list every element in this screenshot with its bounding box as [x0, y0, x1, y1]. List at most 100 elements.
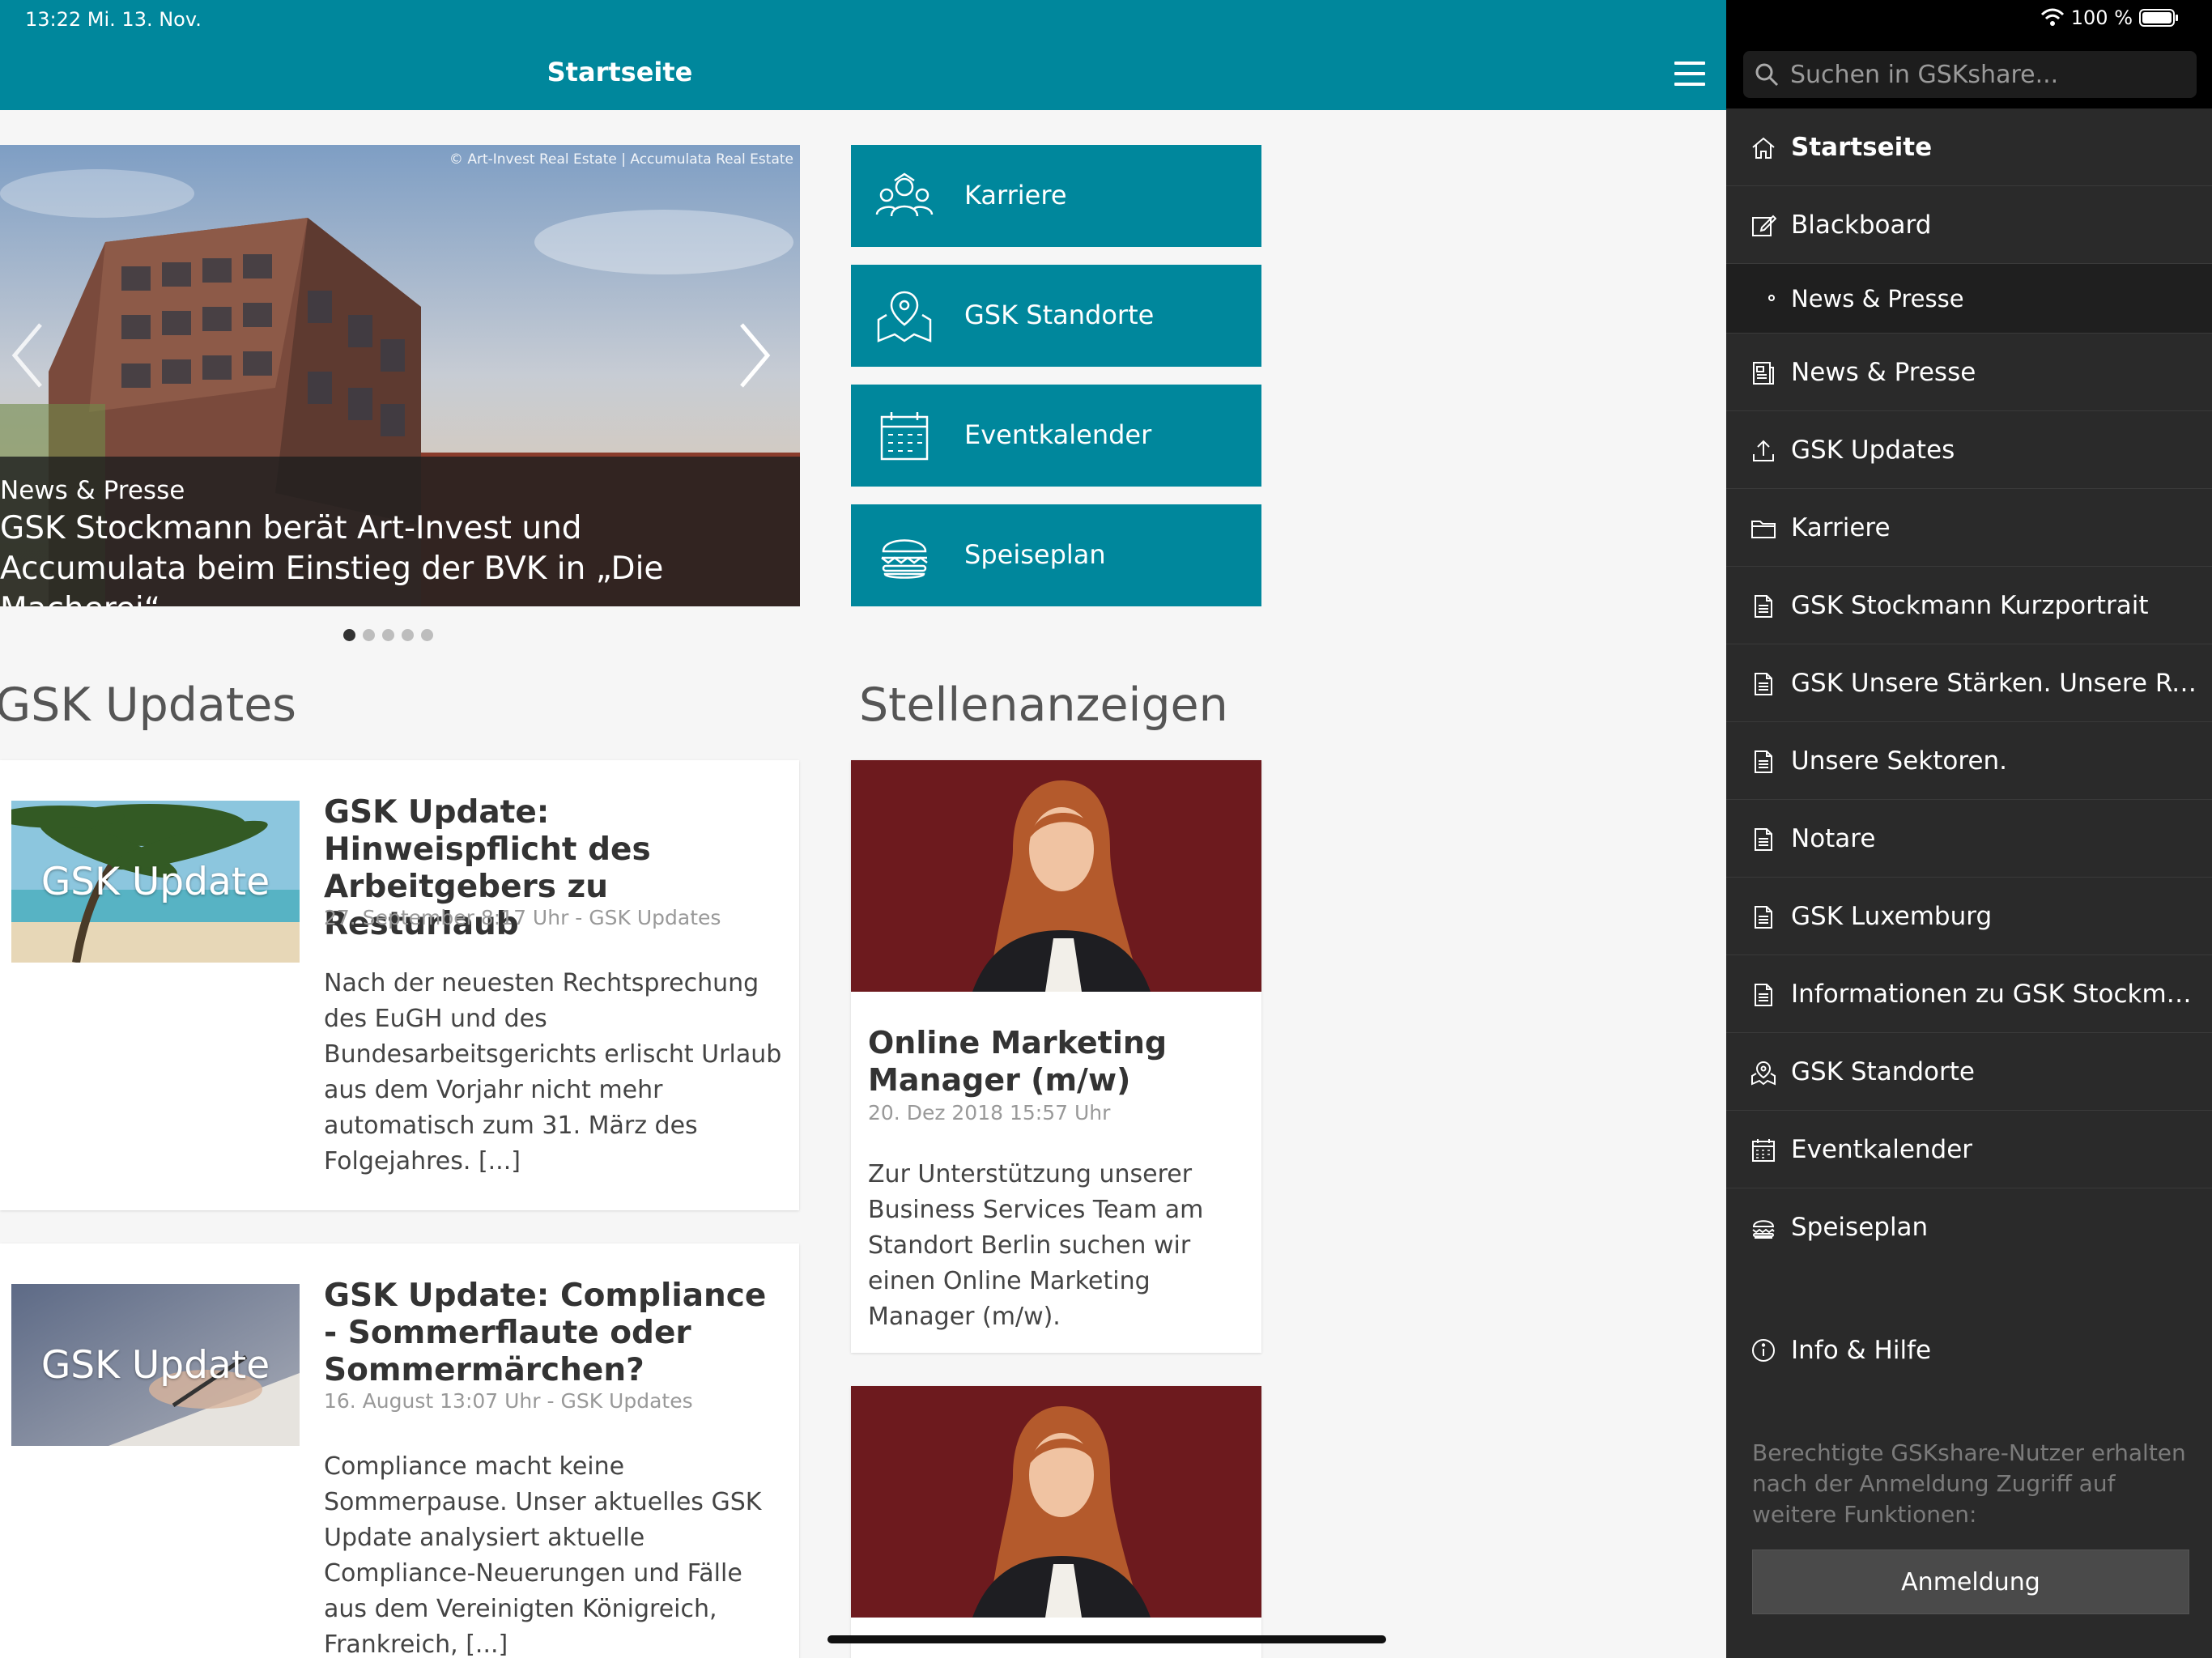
- search-box[interactable]: [1743, 51, 2197, 98]
- section-title-jobs: Stellenanzeigen: [859, 678, 1228, 732]
- document-icon: [1755, 750, 1772, 773]
- search-input[interactable]: [1790, 51, 2187, 98]
- sidebar-item-informationen[interactable]: Informationen zu GSK Stockmann - ...: [1726, 955, 2212, 1033]
- image-credit: © Art-Invest Real Estate | Accumulata Re…: [449, 151, 793, 168]
- chevron-left-icon: [11, 323, 42, 388]
- tile-label: GSK Standorte: [964, 300, 1155, 330]
- login-note: Berechtigte GSKshare-Nutzer erhalten nac…: [1752, 1439, 2186, 1528]
- sidebar-item-label: Startseite: [1791, 133, 1933, 162]
- sidebar-item-gsk-updates[interactable]: GSK Updates: [1726, 411, 2212, 489]
- bullet-icon: [1768, 295, 1775, 301]
- document-icon: [1755, 595, 1772, 618]
- carousel-pagination: [343, 629, 433, 642]
- tile-label: Eventkalender: [964, 419, 1152, 450]
- sidebar-item-kurzportrait[interactable]: GSK Stockmann Kurzportrait: [1726, 567, 2212, 644]
- carousel-headline: GSK Stockmann berät Art-Invest und Accum…: [0, 510, 664, 606]
- document-icon: [1755, 984, 1772, 1006]
- sidebar-item-label: GSK Luxemburg: [1791, 902, 1993, 931]
- carousel-next-button[interactable]: [729, 315, 777, 396]
- info-icon: [1752, 1339, 1775, 1362]
- calendar-icon: [880, 412, 929, 461]
- carousel-dot[interactable]: [343, 629, 355, 641]
- update-meta: 27. September 8:17 Uhr - GSK Updates: [324, 906, 721, 929]
- newspaper-icon: [1753, 362, 1774, 385]
- calendar-icon: [1752, 1139, 1775, 1162]
- map-pin-icon: [1751, 1061, 1776, 1086]
- sidebar-item-karriere[interactable]: Karriere: [1726, 489, 2212, 567]
- sidebar-item-blackboard[interactable]: Blackboard: [1726, 186, 2212, 264]
- sidebar-item-label: Informationen zu GSK Stockmann - ...: [1791, 980, 2204, 1009]
- chevron-right-icon: [740, 323, 771, 388]
- sidebar-item-label: GSK Updates: [1791, 436, 1955, 465]
- sidebar-subitem-news-presse[interactable]: News & Presse: [1726, 264, 2212, 334]
- carousel-prev-button[interactable]: [5, 315, 53, 396]
- sidebar-item-label: News & Presse: [1791, 358, 1976, 387]
- thumbnail-label: GSK Update: [40, 859, 270, 904]
- tile-speiseplan[interactable]: Speiseplan: [851, 504, 1261, 606]
- sidebar-item-label: Speiseplan: [1791, 1213, 1929, 1242]
- sidebar-item-label: Eventkalender: [1791, 1135, 1973, 1164]
- job-photo: [851, 760, 1261, 992]
- carousel-dot[interactable]: [402, 629, 414, 641]
- upload-icon: [1753, 440, 1774, 461]
- job-excerpt: Zur Unterstützung unserer Business Servi…: [868, 1160, 1204, 1331]
- battery-percent: 100 %: [2070, 6, 2133, 29]
- home-icon: [1752, 137, 1775, 159]
- folder-icon: [1751, 521, 1776, 538]
- wifi-icon: [2040, 8, 2064, 26]
- update-excerpt: Nach der neuesten Rechtsprechung des EuG…: [324, 969, 782, 1175]
- sidebar-item-news-presse[interactable]: News & Presse: [1726, 334, 2212, 411]
- hamburger-icon: [1674, 62, 1705, 65]
- tile-label: Karriere: [964, 180, 1067, 210]
- section-title-updates: GSK Updates: [0, 678, 296, 732]
- edit-icon: [1752, 215, 1776, 236]
- update-meta: 16. August 13:07 Uhr - GSK Updates: [324, 1389, 693, 1413]
- map-pin-icon: [877, 291, 932, 342]
- sidebar-item-standorte[interactable]: GSK Standorte: [1726, 1033, 2212, 1111]
- sidebar-item-label: Blackboard: [1791, 210, 1932, 240]
- sidebar-item-sektoren[interactable]: Unsere Sektoren.: [1726, 722, 2212, 800]
- carousel-dot[interactable]: [363, 629, 375, 641]
- tile-label: Speiseplan: [964, 539, 1106, 570]
- job-card[interactable]: [851, 1386, 1261, 1658]
- sidebar-item-startseite[interactable]: Startseite: [1726, 108, 2212, 186]
- tile-karriere[interactable]: Karriere: [851, 145, 1261, 247]
- news-carousel[interactable]: © Art-Invest Real Estate | Accumulata Re…: [0, 145, 800, 606]
- status-indicators: 100 %: [2040, 6, 2180, 29]
- home-indicator[interactable]: [827, 1635, 1386, 1643]
- sidebar-item-label: Karriere: [1791, 513, 1891, 542]
- sidebar-item-label: Notare: [1791, 824, 1876, 853]
- carousel-dot[interactable]: [421, 629, 433, 641]
- tile-gsk-standorte[interactable]: GSK Standorte: [851, 265, 1261, 367]
- sidebar-item-eventkalender[interactable]: Eventkalender: [1726, 1111, 2212, 1188]
- update-thumbnail: GSK Update: [11, 1284, 300, 1446]
- document-icon: [1755, 906, 1772, 929]
- update-card[interactable]: GSK Update GSK Update: Compliance - Somm…: [0, 1244, 799, 1658]
- career-icon: [875, 172, 934, 217]
- sidebar-item-info-hilfe[interactable]: Info & Hilfe: [1726, 1320, 2212, 1384]
- carousel-caption[interactable]: News & Presse GSK Stockmann berät Art-In…: [0, 457, 800, 606]
- sidebar-item-label: GSK Stockmann Kurzportrait: [1791, 591, 2149, 620]
- menu-button[interactable]: [1674, 62, 1705, 86]
- carousel-dot[interactable]: [382, 629, 394, 641]
- burger-icon: [881, 539, 928, 579]
- login-button[interactable]: Anmeldung: [1752, 1550, 2189, 1614]
- update-card[interactable]: GSK Update GSK Update: Hinweispflicht de…: [0, 760, 799, 1210]
- job-card[interactable]: Online Marketing Manager (m/w) 20. Dez 2…: [851, 760, 1261, 1353]
- tile-eventkalender[interactable]: Eventkalender: [851, 385, 1261, 487]
- sidebar-item-luxemburg[interactable]: GSK Luxemburg: [1726, 878, 2212, 955]
- top-bar: 13:22 Mi. 13. Nov. Startseite: [0, 0, 1726, 110]
- sidebar-item-label: Unsere Sektoren.: [1791, 746, 2008, 776]
- main-content: 13:22 Mi. 13. Nov. Startseite © Art-Inve…: [0, 0, 1726, 1658]
- update-title: GSK Update: Compliance - Sommerflaute od…: [324, 1278, 767, 1388]
- thumbnail-label: GSK Update: [40, 1342, 270, 1388]
- status-time-date: 13:22 Mi. 13. Nov.: [25, 8, 202, 31]
- sidebar-item-notare[interactable]: Notare: [1726, 800, 2212, 878]
- update-thumbnail: GSK Update: [11, 801, 300, 963]
- sidebar-item-staerken[interactable]: GSK Unsere Stärken. Unsere Referenzen.: [1726, 644, 2212, 722]
- document-icon: [1755, 828, 1772, 851]
- sidebar-item-speiseplan[interactable]: Speiseplan: [1726, 1188, 2212, 1266]
- job-title: Online Marketing Manager (m/w): [868, 1025, 1168, 1098]
- sidebar-item-label: Info & Hilfe: [1791, 1336, 1932, 1365]
- status-bar: 100 %: [1726, 0, 2212, 40]
